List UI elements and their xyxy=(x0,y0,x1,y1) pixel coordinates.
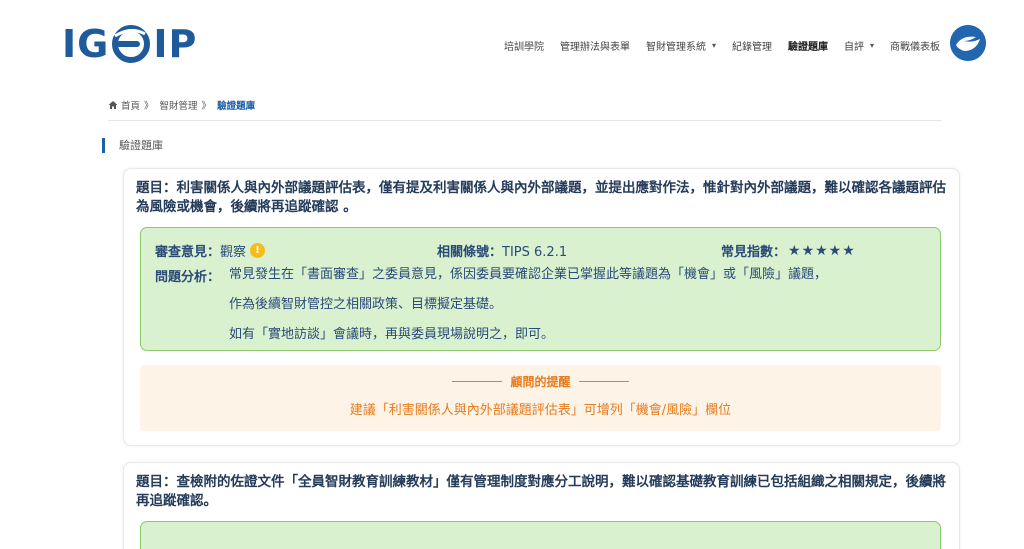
nav-item-records[interactable]: 紀錄管理 xyxy=(732,38,772,53)
nav-label: 驗證題庫 xyxy=(787,42,828,53)
index-label: 常見指數： xyxy=(721,245,787,260)
user-avatar[interactable] xyxy=(950,25,986,61)
review-value: 觀察 xyxy=(220,245,247,260)
related-clause: 相關條號：TIPS 6.2.1 xyxy=(437,241,567,260)
logo[interactable]: IG IP xyxy=(62,24,197,64)
breadcrumb-home[interactable]: 首頁 xyxy=(121,98,140,112)
review-panel xyxy=(140,521,941,549)
tip-divider-right xyxy=(578,381,629,382)
star-rating-icon: ★★★★★ xyxy=(788,242,856,259)
chevron-down-icon: ▾ xyxy=(869,41,874,50)
analysis-line: 常見發生在「書面審查」之委員意見，係因委員要確認企業已掌握此等議題為「機會」或「… xyxy=(229,267,828,282)
analysis-label: 問題分析： xyxy=(155,270,221,285)
tip-title: 顧問的提醒 xyxy=(510,375,571,389)
breadcrumb-separator: 》 xyxy=(201,101,212,112)
nav-label: 培訓學院 xyxy=(503,42,544,53)
nav-label: 管理辦法與表單 xyxy=(559,42,630,53)
review-opinion: 審查意見： 觀察 ! xyxy=(155,241,266,260)
breadcrumb: 首頁 》 智財管理 》 驗證題庫 xyxy=(108,98,255,112)
tip-header: 顧問的提醒 xyxy=(140,373,941,390)
nav-label: 智財管理系統 xyxy=(645,42,706,53)
question-title: 題目：查檢附的佐證文件「全員智財教育訓練教材」僅有管理制度對應分工說明，難以確認… xyxy=(136,474,946,509)
review-label: 審查意見： xyxy=(155,245,221,260)
nav-item-dashboard[interactable]: 商戰儀表板 xyxy=(890,38,940,53)
breadcrumb-current: 驗證題庫 xyxy=(217,101,256,112)
main-nav: 培訓學院 管理辦法與表單 智財管理系統 ▾ 紀錄管理 驗證題庫 自評 ▾ 商戰儀表板 xyxy=(488,38,940,53)
common-index: 常見指數： ★★★★★ xyxy=(721,241,856,261)
chevron-down-icon: ▾ xyxy=(711,41,716,50)
nav-item-question-bank[interactable]: 驗證題庫 xyxy=(788,38,828,53)
logo-text-right: IP xyxy=(153,22,198,66)
review-panel: 審查意見： 觀察 ! 相關條號：TIPS 6.2.1 常見指數： ★★★★★ 問… xyxy=(140,227,941,351)
section-title: 驗證題庫 xyxy=(119,139,163,152)
tip-divider-left xyxy=(452,381,503,382)
analysis-line: 作為後續智財管控之相關政策、目標擬定基礎。 xyxy=(229,297,503,312)
section-header: 驗證題庫 xyxy=(102,137,163,153)
site-header: IG IP 培訓學院 管理辦法與表單 智財管理系統 ▾ 紀錄管理 驗證題庫 自評 ▾… xyxy=(0,0,1024,90)
question-title: 題目：利害關係人與內外部議題評估表，僅有提及利害關係人與內外部議題，並提出應對作… xyxy=(136,180,946,215)
section-accent-bar xyxy=(102,137,105,153)
nav-item-rules-forms[interactable]: 管理辦法與表單 xyxy=(560,38,630,53)
nav-label: 商戰儀表板 xyxy=(890,42,940,53)
question-card: 題目：利害關係人與內外部議題評估表，僅有提及利害關係人與內外部議題，並提出應對作… xyxy=(123,168,960,446)
avatar-swirl-icon xyxy=(950,25,986,61)
question-card: 題目：查檢附的佐證文件「全員智財教育訓練教材」僅有管理制度對應分工說明，難以確認… xyxy=(123,462,960,549)
warning-icon: ! xyxy=(250,243,266,258)
nav-item-self-assessment[interactable]: 自評 ▾ xyxy=(844,38,874,53)
analysis-line: 如有「實地訪談」會議時，再與委員現場說明之，即可。 xyxy=(229,327,555,342)
review-meta-row: 審查意見： 觀察 ! 相關條號：TIPS 6.2.1 常見指數： ★★★★★ xyxy=(155,241,935,261)
breadcrumb-middle[interactable]: 智財管理 xyxy=(160,98,198,112)
nav-label: 紀錄管理 xyxy=(731,42,772,53)
nav-item-ip-system[interactable]: 智財管理系統 ▾ xyxy=(646,38,716,53)
breadcrumb-separator: 》 xyxy=(144,101,154,112)
nav-item-training[interactable]: 培訓學院 xyxy=(504,38,544,53)
consultant-tip-panel: 顧問的提醒 建議「利害關係人與內外部議題評估表」可增列「機會/風險」欄位 xyxy=(140,365,941,431)
breadcrumb-divider xyxy=(108,120,942,121)
tip-text: 建議「利害關係人與內外部議題評估表」可增列「機會/風險」欄位 xyxy=(349,403,732,418)
home-icon xyxy=(108,101,118,109)
clause-value: TIPS 6.2.1 xyxy=(502,245,568,260)
analysis-text: 常見發生在「書面審查」之委員意見，係因委員要確認企業已掌握此等議題為「機會」或「… xyxy=(229,266,929,356)
clause-label: 相關條號： xyxy=(437,245,503,260)
logo-swirl-icon xyxy=(112,25,151,63)
logo-text-left: IG xyxy=(62,22,110,66)
nav-label: 自評 xyxy=(843,42,864,53)
